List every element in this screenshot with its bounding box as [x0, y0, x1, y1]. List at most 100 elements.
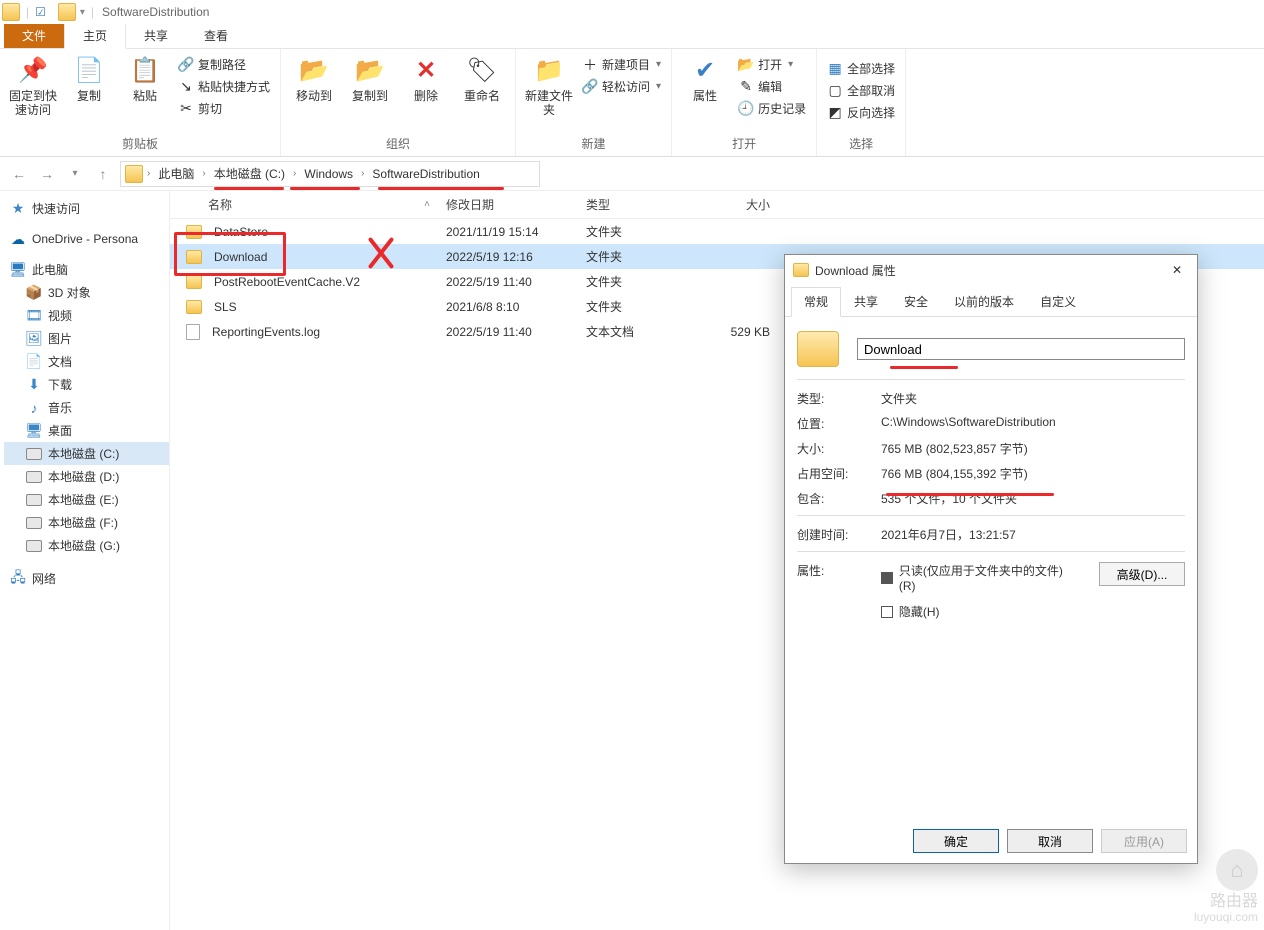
- tree-disk[interactable]: 本地磁盘 (C:): [4, 442, 169, 465]
- col-name[interactable]: 名称˄: [178, 191, 438, 218]
- column-headers[interactable]: 名称˄ 修改日期 类型 大小: [170, 191, 1264, 219]
- dialog-tab-versions[interactable]: 以前的版本: [941, 287, 1027, 316]
- invert-button[interactable]: ◩反向选择: [825, 103, 897, 122]
- tab-view[interactable]: 查看: [186, 23, 246, 48]
- tree-item[interactable]: ♪音乐: [4, 396, 169, 419]
- watermark: ⌂ 路由器 luyouqi.com: [1194, 849, 1258, 924]
- col-date[interactable]: 修改日期: [438, 191, 578, 218]
- tree-disk[interactable]: 本地磁盘 (F:): [4, 511, 169, 534]
- file-type: 文件夹: [578, 271, 698, 292]
- dialog-tab-security[interactable]: 安全: [891, 287, 941, 316]
- history-icon: 🕘: [738, 101, 754, 117]
- file-row[interactable]: DataStore2021/11/19 15:14文件夹: [170, 219, 1264, 244]
- file-type: 文件夹: [578, 221, 698, 242]
- recent-dropdown[interactable]: ▾: [64, 163, 86, 185]
- advanced-button[interactable]: 高级(D)...: [1099, 562, 1185, 586]
- paste-shortcut-button[interactable]: ↘粘贴快捷方式: [176, 77, 272, 96]
- group-select: 选择: [825, 135, 897, 154]
- properties-dialog: Download 属性 ✕ 常规 共享 安全 以前的版本 自定义 类型:文件夹 …: [784, 254, 1198, 864]
- tree-item[interactable]: ⬇下载: [4, 373, 169, 396]
- edit-button[interactable]: ✎编辑: [736, 77, 808, 96]
- dialog-title: Download 属性: [815, 262, 896, 279]
- up-button[interactable]: ↑: [92, 163, 114, 185]
- breadcrumb-seg-3[interactable]: SoftwareDistribution: [366, 165, 485, 183]
- open-button[interactable]: 📂打开▾: [736, 55, 808, 74]
- breadcrumb-seg-2[interactable]: Windows: [298, 165, 359, 183]
- tree-quick-access[interactable]: ★快速访问: [4, 197, 169, 220]
- chevron-icon[interactable]: ›: [145, 168, 152, 179]
- properties-button[interactable]: ✔属性: [680, 53, 730, 103]
- tree-item[interactable]: 📦3D 对象: [4, 281, 169, 304]
- qat-dropdown-icon[interactable]: ▾: [80, 7, 85, 18]
- pin-button[interactable]: 📌固定到快速访问: [8, 53, 58, 118]
- tree-thispc[interactable]: 🖥此电脑: [4, 258, 169, 281]
- edit-icon: ✎: [738, 79, 754, 95]
- cut-button[interactable]: ✂剪切: [176, 99, 272, 118]
- copy-button[interactable]: 📄复制: [64, 53, 114, 103]
- paste-button[interactable]: 📋粘贴: [120, 53, 170, 103]
- selectnone-button[interactable]: ▢全部取消: [825, 81, 897, 100]
- qat-checkbox-icon[interactable]: ☑: [35, 5, 46, 19]
- tab-home[interactable]: 主页: [64, 22, 126, 49]
- tab-file[interactable]: 文件: [4, 23, 64, 48]
- nav-bar: ← → ▾ ↑ › 此电脑› 本地磁盘 (C:)› Windows› Softw…: [0, 157, 1264, 191]
- dialog-title-bar[interactable]: Download 属性 ✕: [785, 255, 1197, 285]
- tree-disk[interactable]: 本地磁盘 (E:): [4, 488, 169, 511]
- apply-button[interactable]: 应用(A): [1101, 829, 1187, 853]
- copyto-button[interactable]: 📂复制到: [345, 53, 395, 103]
- newfolder-icon: 📁: [533, 57, 565, 85]
- open-icon: 📂: [738, 57, 754, 73]
- watermark-brand: 路由器: [1194, 893, 1258, 911]
- tree-network[interactable]: 🖧网络: [4, 567, 169, 590]
- tree-item[interactable]: 🎞视频: [4, 304, 169, 327]
- col-type[interactable]: 类型: [578, 191, 698, 218]
- history-button[interactable]: 🕘历史记录: [736, 99, 808, 118]
- paste-icon: 📋: [129, 57, 161, 85]
- val-created: 2021年6月7日，13:21:57: [881, 526, 1185, 543]
- disk-icon: [26, 471, 42, 483]
- delete-button[interactable]: ✕删除: [401, 53, 451, 103]
- newfolder-button[interactable]: 📁新建文件夹: [524, 53, 574, 118]
- rename-button[interactable]: 🏷重命名: [457, 53, 507, 103]
- forward-button[interactable]: →: [36, 163, 58, 185]
- tree-disk[interactable]: 本地磁盘 (G:): [4, 534, 169, 557]
- tab-share[interactable]: 共享: [126, 23, 186, 48]
- close-button[interactable]: ✕: [1165, 258, 1189, 282]
- breadcrumb-seg-0[interactable]: 此电脑: [152, 163, 200, 184]
- ok-button[interactable]: 确定: [913, 829, 999, 853]
- qat-folder-icon[interactable]: [58, 3, 76, 21]
- moveto-button[interactable]: 📂移动到: [289, 53, 339, 103]
- tree-onedrive[interactable]: ☁OneDrive - Persona: [4, 228, 169, 250]
- file-icon: [186, 324, 200, 340]
- tree-item[interactable]: 🖼图片: [4, 327, 169, 350]
- file-date: 2022/5/19 11:40: [438, 273, 578, 291]
- selectall-button[interactable]: ▦全部选择: [825, 59, 897, 78]
- tree-item-icon: 📄: [26, 354, 42, 370]
- dialog-tab-share[interactable]: 共享: [841, 287, 891, 316]
- back-button[interactable]: ←: [8, 163, 30, 185]
- nav-tree[interactable]: ★快速访问 ☁OneDrive - Persona 🖥此电脑 📦3D 对象🎞视频…: [0, 191, 170, 930]
- val-location: C:\Windows\SoftwareDistribution: [881, 415, 1185, 432]
- tree-item[interactable]: 📄文档: [4, 350, 169, 373]
- copy-path-button[interactable]: 🔗复制路径: [176, 55, 272, 74]
- hidden-checkbox[interactable]: 隐藏(H): [881, 603, 1079, 620]
- dialog-tab-custom[interactable]: 自定义: [1027, 287, 1089, 316]
- breadcrumb[interactable]: › 此电脑› 本地磁盘 (C:)› Windows› SoftwareDistr…: [120, 161, 540, 187]
- folder-name-field[interactable]: [857, 338, 1185, 360]
- newitem-button[interactable]: ＋新建项目▾: [580, 55, 663, 74]
- dialog-tab-general[interactable]: 常规: [791, 287, 841, 317]
- pc-icon: 🖥: [10, 262, 26, 278]
- easyaccess-icon: 🔗: [582, 79, 598, 95]
- tree-item[interactable]: 🖥桌面: [4, 419, 169, 442]
- easyaccess-button[interactable]: 🔗轻松访问▾: [580, 77, 663, 96]
- lbl-contains: 包含:: [797, 490, 881, 507]
- tree-item-icon: 🖼: [26, 331, 42, 347]
- cancel-button[interactable]: 取消: [1007, 829, 1093, 853]
- disk-icon: [26, 540, 42, 552]
- readonly-checkbox[interactable]: 只读(仅应用于文件夹中的文件)(R): [881, 562, 1079, 593]
- lbl-attrs: 属性:: [797, 562, 881, 579]
- breadcrumb-seg-1[interactable]: 本地磁盘 (C:): [208, 163, 291, 184]
- col-size[interactable]: 大小: [698, 191, 778, 218]
- tree-disk[interactable]: 本地磁盘 (D:): [4, 465, 169, 488]
- file-type: 文件夹: [578, 246, 698, 267]
